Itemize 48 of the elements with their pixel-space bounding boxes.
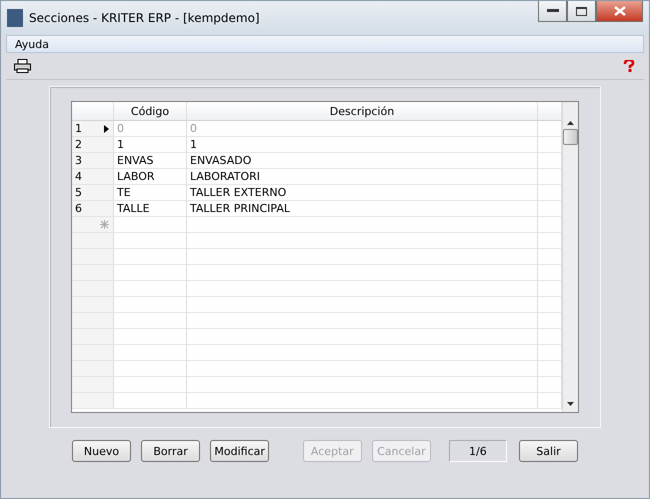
table-cell: ENVASADO — [187, 153, 538, 169]
table-cell: TALLER PRINCIPAL — [187, 201, 538, 217]
maximize-icon — [576, 6, 587, 16]
minimize-button[interactable] — [538, 1, 567, 22]
table-cell: LABORATORI — [187, 169, 538, 185]
row-header[interactable]: 3 — [72, 153, 114, 169]
action-button[interactable]: Modificar — [210, 440, 270, 462]
table-cell: 1 — [114, 137, 187, 153]
row-number: 1 — [75, 122, 82, 135]
table-cell: TALLER EXTERNO — [187, 185, 538, 201]
close-icon — [614, 6, 626, 16]
row-header[interactable]: 4 — [72, 169, 114, 185]
scroll-down-icon[interactable] — [567, 402, 574, 406]
new-row-icon — [100, 220, 109, 229]
table-cell: 1 — [187, 137, 538, 153]
menu-item[interactable]: Ayuda — [15, 38, 49, 50]
row-header[interactable]: 2 — [72, 137, 114, 153]
minimize-icon — [546, 9, 558, 13]
help-icon[interactable] — [622, 60, 636, 72]
action-button[interactable]: Borrar — [141, 440, 200, 462]
row-number: 4 — [75, 170, 82, 183]
row-number: 5 — [75, 186, 82, 199]
table-cell: LABOR — [114, 169, 187, 185]
row-header[interactable]: 1 — [72, 121, 114, 137]
print-icon[interactable] — [14, 59, 31, 73]
row-number: 3 — [75, 154, 82, 167]
maximize-button[interactable] — [567, 1, 596, 22]
vertical-scrollbar[interactable] — [562, 102, 578, 412]
row-header[interactable]: 5 — [72, 185, 114, 201]
table-cell: 0 — [114, 121, 187, 137]
row-header[interactable]: 6 — [72, 201, 114, 217]
scrollbar-thumb[interactable] — [563, 129, 578, 145]
record-counter: 1/6 — [448, 440, 507, 462]
scroll-up-icon[interactable] — [567, 121, 574, 125]
row-number: 2 — [75, 138, 82, 151]
app-logo-icon — [7, 9, 23, 27]
column-header[interactable]: Código — [114, 102, 187, 121]
row-number: 6 — [75, 202, 82, 215]
table-cell: TALLE — [114, 201, 187, 217]
close-button[interactable] — [596, 1, 643, 22]
action-button[interactable]: Nuevo — [72, 440, 132, 462]
exit-button[interactable]: Salir — [518, 440, 578, 462]
table-cell: ENVAS — [114, 153, 187, 169]
table-cell: 0 — [187, 121, 538, 137]
column-header[interactable]: Descripción — [187, 102, 538, 121]
window-title: Secciones - KRITER ERP - [kempdemo] — [29, 11, 261, 25]
table-cell: TE — [114, 185, 187, 201]
current-row-icon — [104, 124, 109, 132]
